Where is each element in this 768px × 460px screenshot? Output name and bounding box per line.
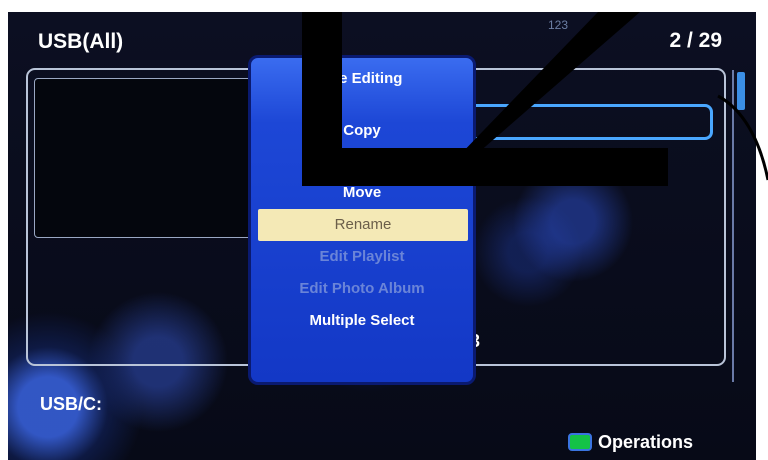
overlay-diagonal-strokes <box>455 12 768 181</box>
